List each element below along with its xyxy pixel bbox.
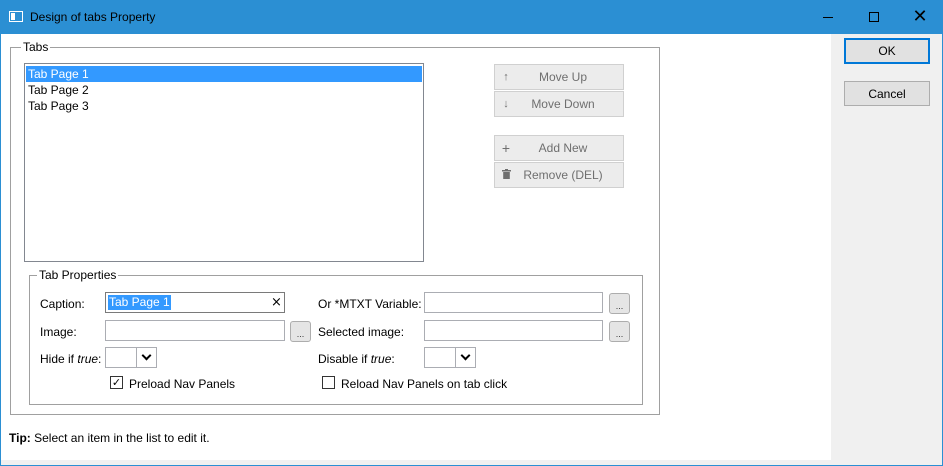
minimize-icon: [823, 16, 833, 18]
hide-if-label: Hide if true:: [40, 352, 102, 366]
clear-icon[interactable]: ×: [271, 295, 282, 310]
tab-pages-list[interactable]: Tab Page 1 Tab Page 2 Tab Page 3: [24, 63, 424, 262]
cancel-button[interactable]: Cancel: [844, 81, 930, 106]
trash-icon: [495, 168, 517, 182]
add-new-button[interactable]: + Add New: [494, 135, 624, 161]
mtxt-browse-button[interactable]: ...: [609, 293, 630, 314]
checkmark-icon: ✓: [111, 376, 122, 389]
tab-properties-group-label: Tab Properties: [37, 268, 119, 282]
mtxt-variable-label: Or *MTXT Variable:: [318, 297, 422, 311]
list-item-label: Tab Page 2: [28, 83, 89, 97]
image-input[interactable]: [105, 320, 285, 341]
caption-label: Caption:: [40, 297, 85, 311]
dropdown-button[interactable]: [455, 348, 475, 367]
chevron-down-icon: [460, 350, 471, 361]
selected-image-browse-button[interactable]: ...: [609, 321, 630, 342]
mtxt-variable-input[interactable]: [424, 292, 603, 313]
arrow-down-icon: ↓: [503, 98, 509, 110]
caption-input-value: Tab Page 1: [108, 295, 171, 310]
hide-if-dropdown[interactable]: [105, 347, 157, 368]
list-item[interactable]: Tab Page 2: [26, 82, 422, 98]
close-icon: ✕: [912, 6, 928, 27]
move-down-button[interactable]: ↓ Move Down: [494, 91, 624, 117]
selected-image-label: Selected image:: [318, 325, 405, 339]
list-item-label: Tab Page 3: [28, 99, 89, 113]
move-up-button[interactable]: ↑ Move Up: [494, 64, 624, 90]
list-item-label: Tab Page 1: [28, 67, 89, 81]
maximize-icon: [869, 12, 879, 22]
disable-if-label: Disable if true:: [318, 352, 395, 366]
bottom-edge: [1, 460, 942, 465]
caption-input[interactable]: Tab Page 1 ×: [105, 292, 285, 313]
dropdown-button[interactable]: [136, 348, 156, 367]
minimize-button[interactable]: [805, 0, 851, 34]
reload-nav-panels-label: Reload Nav Panels on tab click: [341, 377, 508, 391]
window-title: Design of tabs Property: [30, 10, 156, 24]
maximize-button[interactable]: [851, 0, 897, 34]
list-item[interactable]: Tab Page 1: [26, 66, 422, 82]
ellipsis-icon: ...: [615, 329, 624, 339]
tip-text: Tip: Select an item in the list to edit …: [9, 431, 210, 445]
disable-if-dropdown[interactable]: [424, 347, 476, 368]
ok-button[interactable]: OK: [844, 38, 930, 64]
preload-nav-panels-checkbox[interactable]: ✓: [110, 376, 123, 389]
plus-icon: +: [501, 140, 511, 156]
list-item[interactable]: Tab Page 3: [26, 98, 422, 114]
image-browse-button[interactable]: ...: [290, 321, 311, 342]
ellipsis-icon: ...: [615, 301, 624, 311]
arrow-up-icon: ↑: [503, 71, 509, 83]
close-button[interactable]: ✕: [897, 0, 943, 34]
app-window-icon: [9, 11, 23, 22]
title-bar: Design of tabs Property ✕: [0, 0, 943, 34]
tabs-group-label: Tabs: [21, 40, 51, 54]
preload-nav-panels-label: Preload Nav Panels: [129, 377, 236, 391]
chevron-down-icon: [141, 350, 152, 361]
reload-nav-panels-checkbox[interactable]: [322, 376, 335, 389]
selected-image-input[interactable]: [424, 320, 603, 341]
ellipsis-icon: ...: [296, 329, 305, 339]
remove-button[interactable]: Remove (DEL): [494, 162, 624, 188]
image-label: Image:: [40, 325, 77, 339]
